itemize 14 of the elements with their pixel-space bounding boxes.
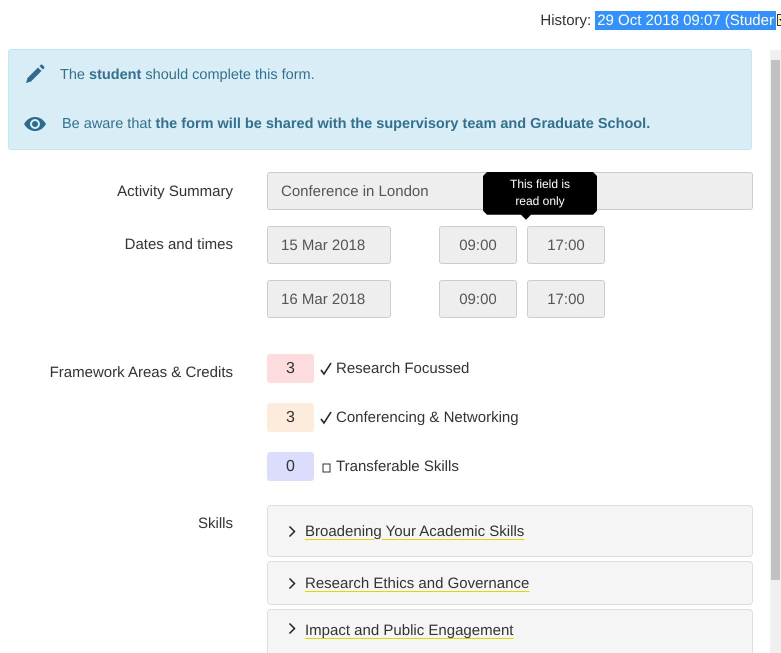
framework-area-name: Transferable Skills xyxy=(336,458,459,475)
notice-text: Be aware that the form will be shared with the supervisory team and Graduate School. xyxy=(62,116,650,132)
framework-area-name: Conferencing & Networking xyxy=(336,409,519,426)
field-label: Dates and times xyxy=(124,235,234,253)
field-label: Activity Summary xyxy=(116,182,234,200)
credit-badge: 0 xyxy=(267,452,314,481)
notice-text: The student should complete this form. xyxy=(60,67,315,83)
credit-badge: 3 xyxy=(267,354,314,383)
tooltip: This field is read only xyxy=(483,172,597,220)
field-label: Framework Areas & Credits xyxy=(48,363,234,381)
history-label: History: xyxy=(540,12,592,28)
credit-badge: 3 xyxy=(267,403,314,432)
framework-area-name: Research Focussed xyxy=(336,360,470,377)
field-label: Skills xyxy=(196,514,234,532)
